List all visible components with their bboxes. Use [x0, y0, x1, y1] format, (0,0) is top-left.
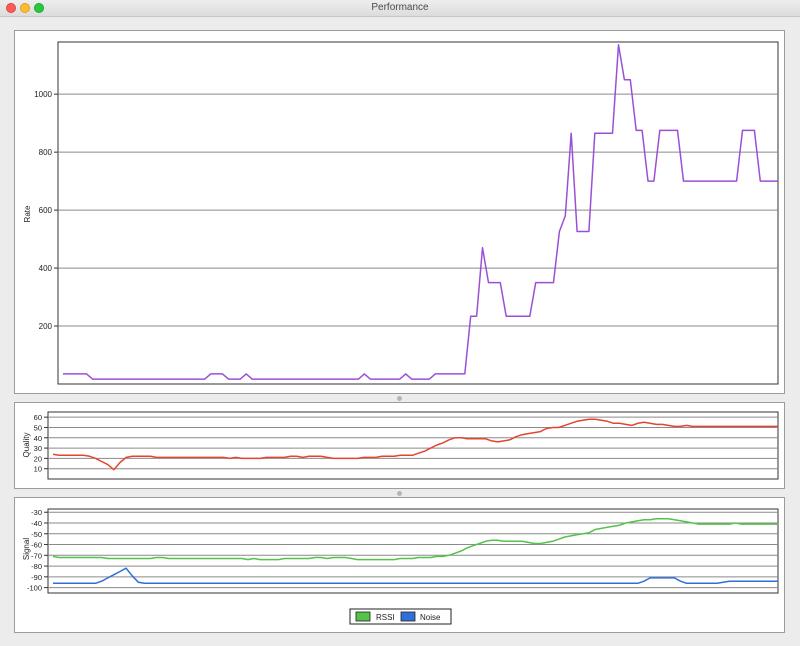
signal-tick-label: -70 — [31, 551, 42, 560]
signal-tick-label: -30 — [31, 508, 42, 517]
signal-plot-frame — [47, 508, 779, 594]
rate-chart: 200 400 600 800 1000 Rate — [23, 41, 779, 385]
rate-tick-label: 600 — [39, 206, 53, 215]
rate-tick-label: 1000 — [34, 90, 52, 99]
quality-chart-panel: 10 20 30 40 50 60 Quality — [14, 402, 785, 489]
rate-tick-label: 400 — [39, 264, 53, 273]
rate-series-line-0 — [63, 44, 778, 380]
rate-axis-label: Rate — [23, 205, 32, 222]
signal-tick-label: -90 — [31, 573, 42, 582]
quality-tick-label: 50 — [34, 423, 42, 432]
quality-tick-label: 40 — [34, 434, 42, 443]
rate-plot-frame — [57, 41, 779, 385]
signal-tick-label: -40 — [31, 519, 42, 528]
rate-chart-panel: 200 400 600 800 1000 Rate — [14, 30, 785, 394]
signal-series-line-noise — [53, 567, 778, 585]
quality-tick-label: 60 — [34, 413, 42, 422]
legend-swatch-noise — [400, 611, 416, 622]
chart-legend: RSSI Noise — [349, 608, 452, 625]
signal-tick-label: -50 — [31, 530, 42, 539]
quality-axis-label: Quality — [22, 433, 31, 458]
split-view-divider-handle[interactable] — [397, 396, 402, 401]
window-title: Performance — [371, 2, 429, 13]
signal-series-line-rssi — [52, 517, 778, 561]
quality-tick-label: 30 — [34, 444, 42, 453]
zoom-window-icon[interactable] — [34, 3, 44, 13]
quality-tick-label: 10 — [34, 465, 42, 474]
signal-tick-label: -100 — [27, 584, 42, 593]
signal-tick-label: -60 — [31, 541, 42, 550]
window-title-bar[interactable]: Performance — [0, 0, 800, 17]
close-window-icon[interactable] — [6, 3, 16, 13]
rate-tick-label: 800 — [39, 148, 53, 157]
rate-tick-label: 200 — [39, 322, 53, 331]
signal-chart-panel: -30 -40 -50 -60 -70 -80 -90 -100 Signal RSSI No… — [14, 497, 785, 633]
quality-series-line-0 — [52, 418, 778, 471]
quality-tick-label: 20 — [34, 454, 42, 463]
legend-label-rssi: RSSI — [376, 613, 395, 622]
signal-axis-label: Signal — [22, 538, 31, 560]
split-view-divider-handle-2[interactable] — [397, 491, 402, 496]
signal-tick-label: -80 — [31, 562, 42, 571]
quality-chart: 10 203040 5060 Quality — [22, 411, 779, 480]
minimize-window-icon[interactable] — [20, 3, 30, 13]
legend-swatch-rssi — [355, 611, 371, 622]
legend-label-noise: Noise — [420, 613, 441, 622]
signal-chart: -30 -40 -50 -60-70 -80 -90 -100 Signal RSSI No… — [22, 508, 779, 625]
